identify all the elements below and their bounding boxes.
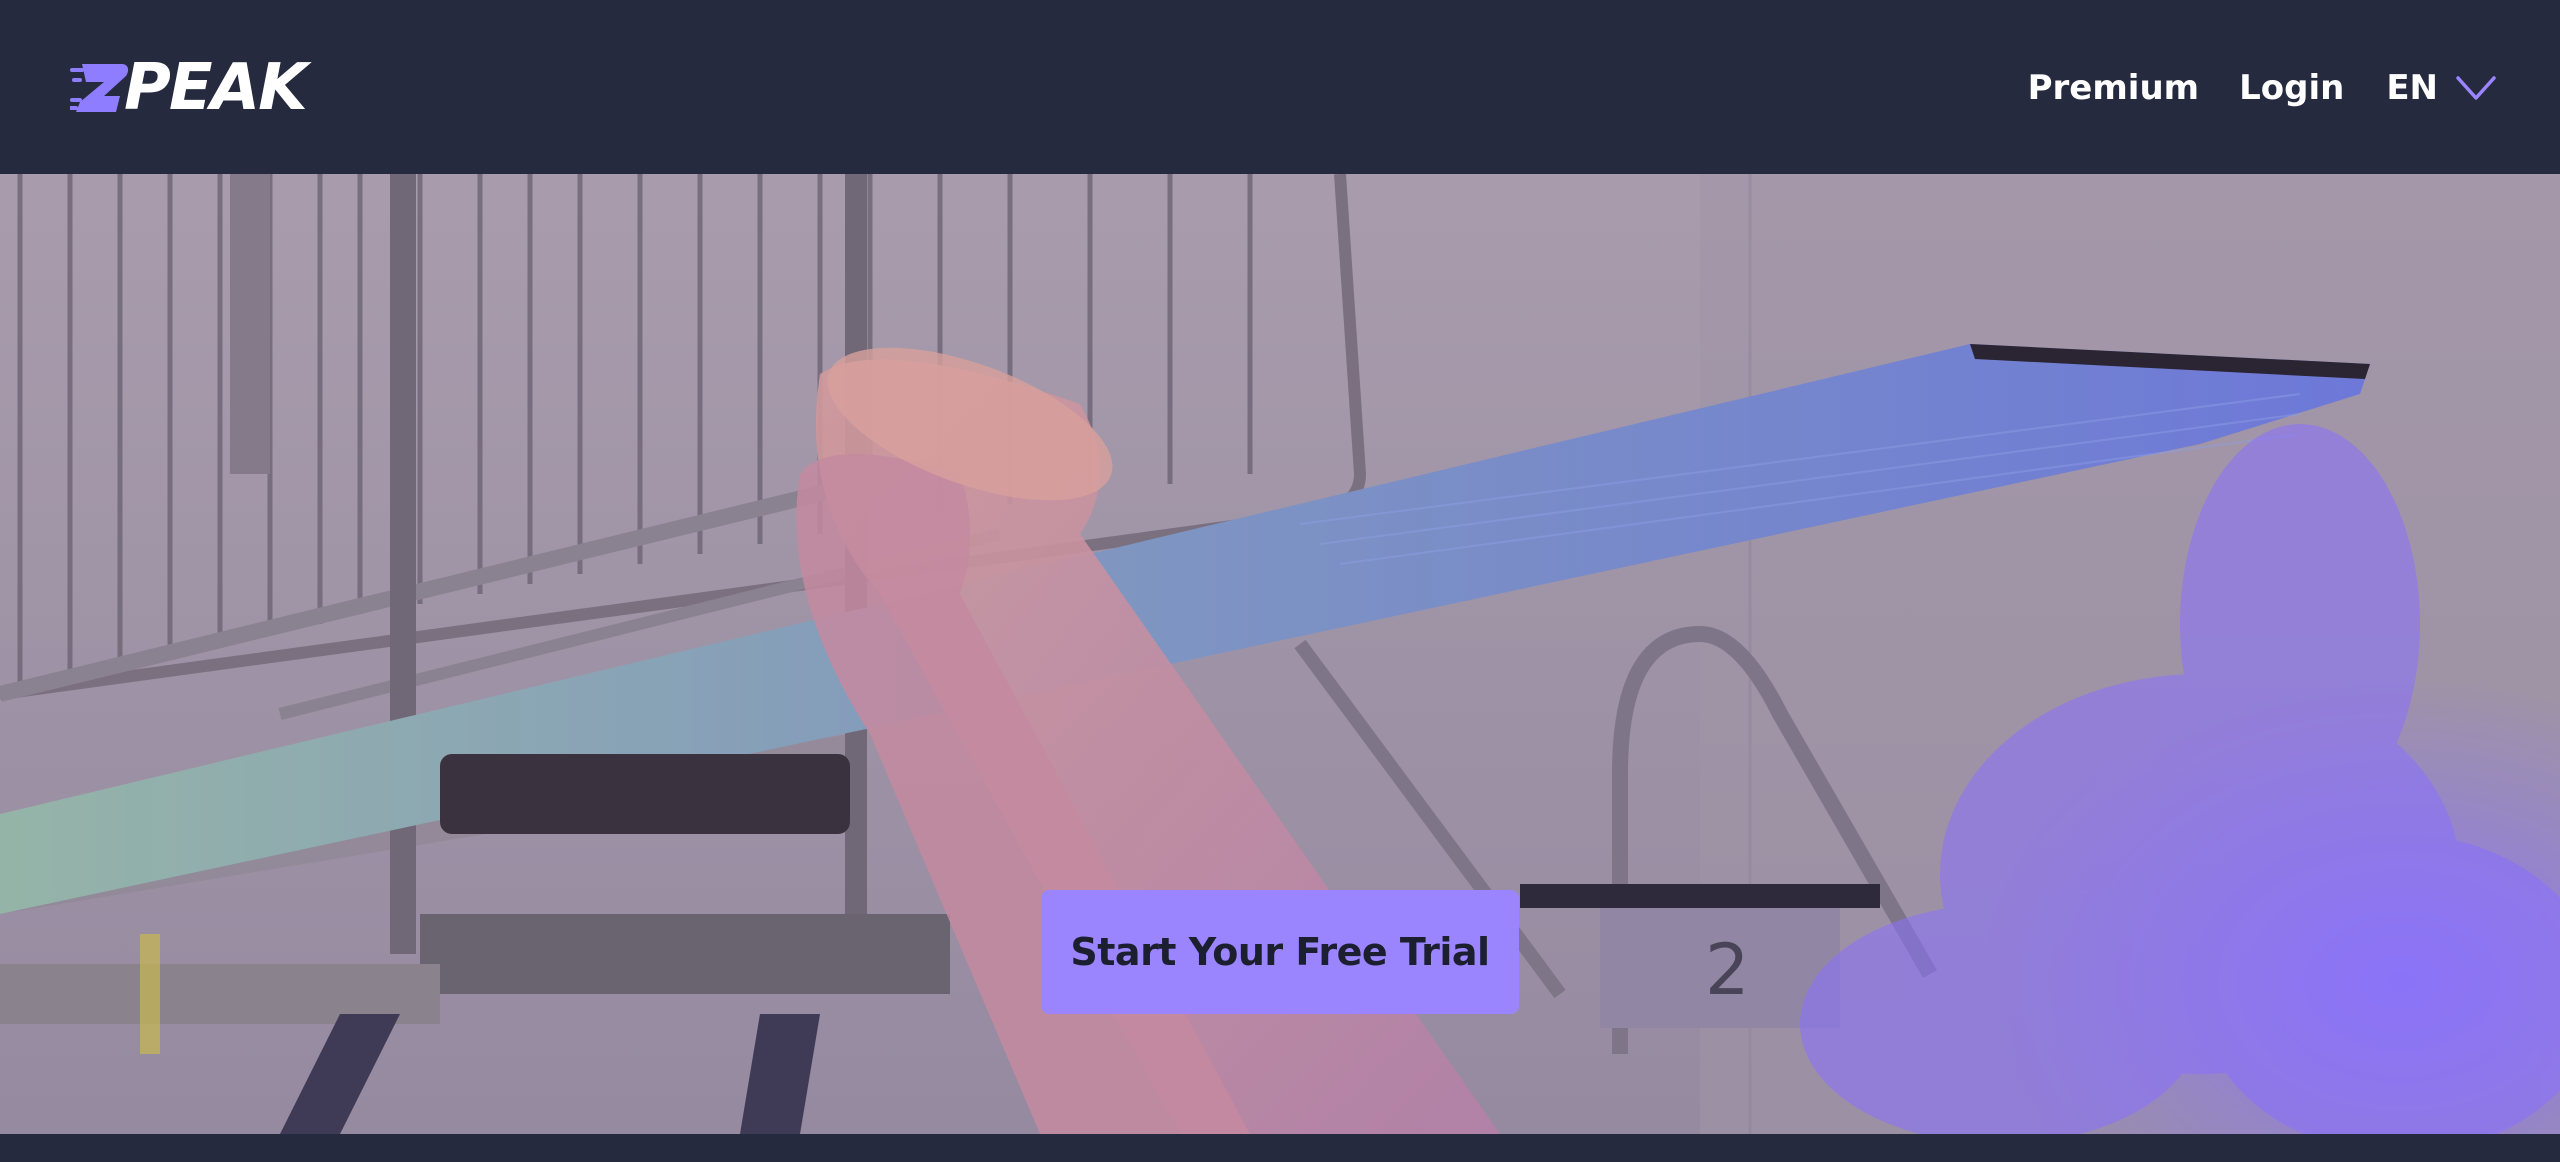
page-bottom-strip <box>0 1134 2560 1162</box>
page: PEAK Premium Login EN Start Your Free Tr… <box>0 0 2560 1162</box>
login-link[interactable]: Login <box>2239 68 2344 108</box>
language-code: EN <box>2386 68 2438 108</box>
premium-link[interactable]: Premium <box>2028 68 2199 108</box>
hero-section: 2 Start Your Free Trial <box>0 174 2560 1134</box>
brand-logo[interactable]: PEAK <box>68 51 308 125</box>
logo-mark-icon <box>68 58 129 118</box>
language-selector[interactable]: EN <box>2386 68 2496 108</box>
chevron-down-icon <box>2456 76 2496 100</box>
top-header: PEAK Premium Login EN <box>0 0 2560 174</box>
logo-text: PEAK <box>124 51 308 125</box>
top-nav: Premium Login EN <box>1988 62 2496 114</box>
start-free-trial-button[interactable]: Start Your Free Trial <box>1041 890 1519 1014</box>
